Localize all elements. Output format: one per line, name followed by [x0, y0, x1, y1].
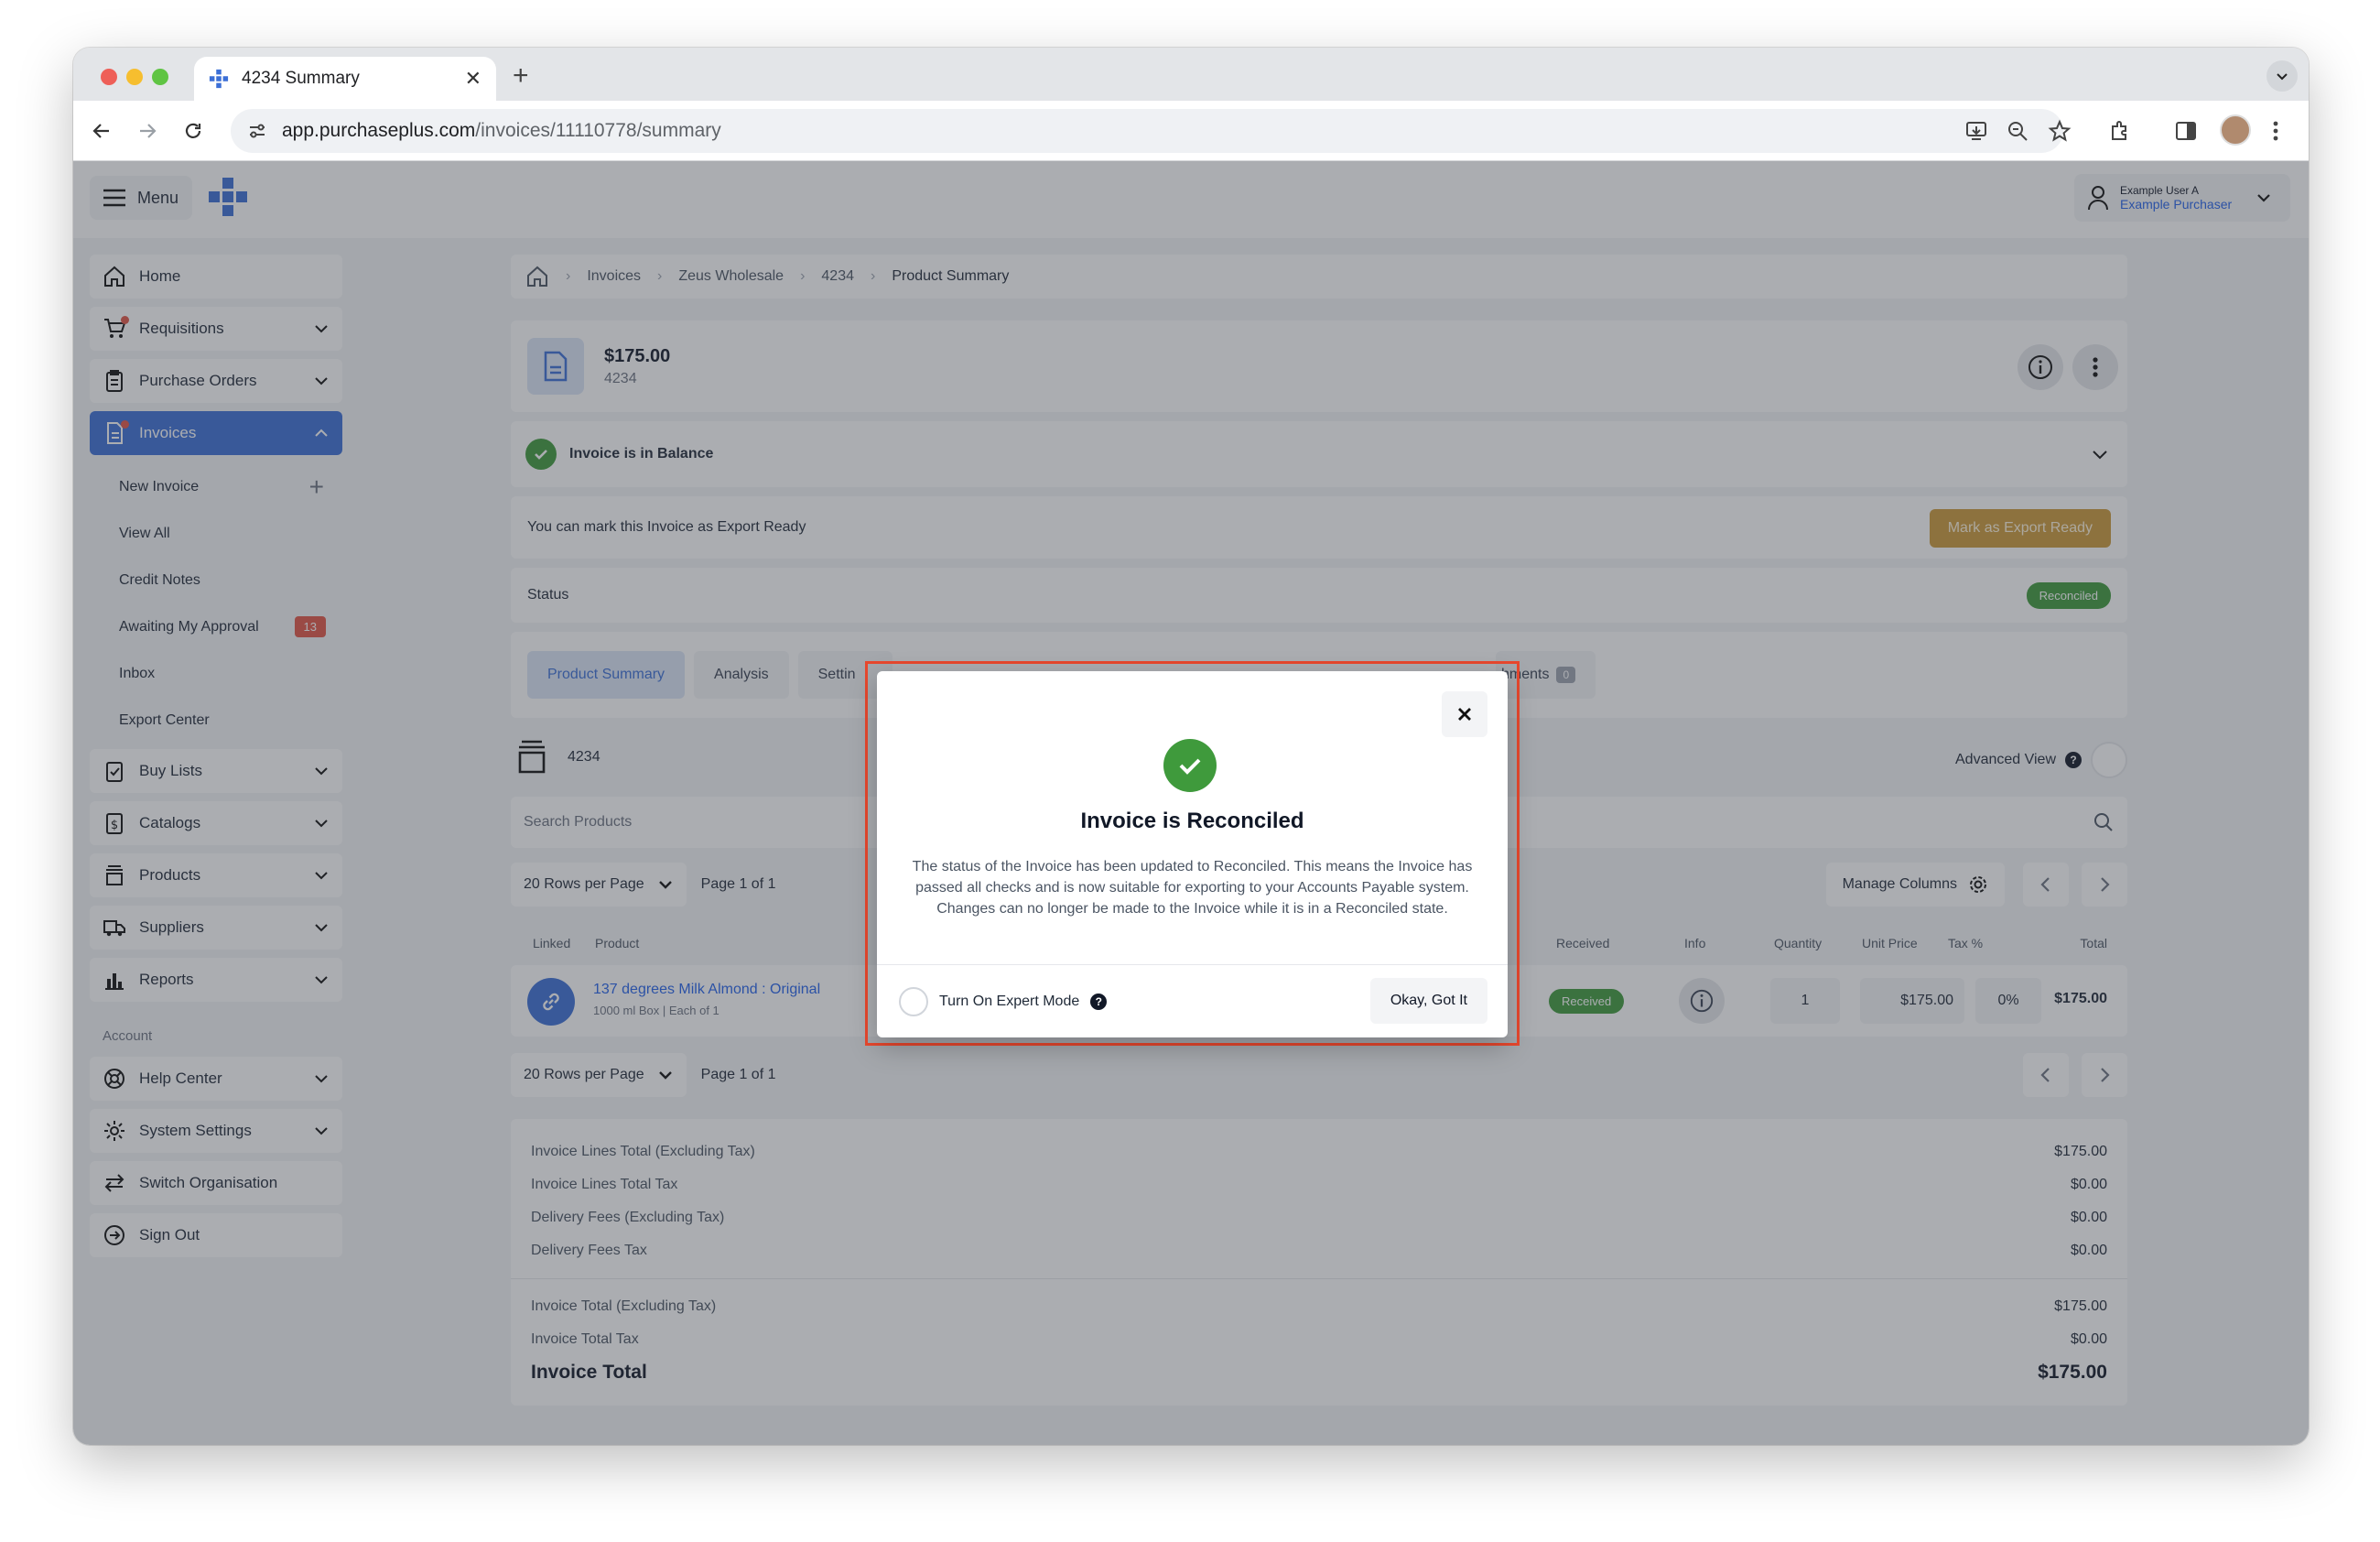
purchaseplus-favicon-icon [209, 69, 229, 89]
dialog-body: The status of the Invoice has been updat… [912, 859, 1473, 917]
check-circle-icon [1163, 739, 1217, 792]
dialog-footer: Turn On Expert Mode ? Okay, Got It [877, 964, 1508, 1037]
address-bar[interactable]: app.purchaseplus.com/invoices/11110778/s… [231, 109, 2063, 153]
browser-menu-icon[interactable] [2261, 116, 2290, 146]
tab-search-button[interactable] [2266, 60, 2298, 92]
back-button[interactable] [86, 115, 117, 147]
profile-avatar[interactable] [2220, 114, 2251, 146]
browser-window: 4234 Summary ✕ + app.purchaseplus.com/in… [73, 48, 2309, 1445]
browser-toolbar: app.purchaseplus.com/invoices/11110778/s… [73, 101, 2309, 161]
forward-button[interactable] [132, 115, 163, 147]
new-tab-button[interactable]: + [513, 60, 529, 92]
url-text: app.purchaseplus.com/invoices/11110778/s… [282, 120, 721, 141]
browser-tab[interactable]: 4234 Summary ✕ [194, 57, 496, 101]
arrow-left-icon [92, 124, 109, 138]
minimize-window-button[interactable] [126, 69, 143, 85]
install-app-icon[interactable] [1962, 116, 1991, 146]
tab-title: 4234 Summary [242, 69, 360, 88]
site-settings-icon[interactable] [247, 121, 267, 141]
arrow-right-icon [140, 124, 157, 138]
extensions-puzzle-icon[interactable] [2105, 116, 2135, 146]
expert-mode-toggle[interactable] [899, 986, 928, 1016]
expert-mode-label: Turn On Expert Mode [939, 993, 1080, 1009]
close-tab-icon[interactable]: ✕ [465, 67, 481, 91]
okay-got-it-button[interactable]: Okay, Got It [1369, 978, 1488, 1024]
close-dialog-button[interactable] [1442, 691, 1488, 737]
close-icon [1458, 708, 1471, 721]
zoom-icon[interactable] [2003, 116, 2032, 146]
bookmark-star-icon[interactable] [2045, 116, 2074, 146]
reconciled-dialog: Invoice is Reconciled The status of the … [877, 671, 1508, 1037]
reload-button[interactable] [178, 115, 209, 147]
chevron-down-icon [2277, 73, 2288, 81]
close-window-button[interactable] [101, 69, 117, 85]
app-viewport: Menu Example User A Example Purchaser Ho… [73, 161, 2309, 1445]
browser-tabstrip: 4234 Summary ✕ + [73, 48, 2309, 101]
side-panel-icon[interactable] [2171, 116, 2201, 146]
help-icon[interactable]: ? [1090, 993, 1108, 1010]
dialog-title: Invoice is Reconciled [1080, 809, 1304, 833]
zoom-window-button[interactable] [152, 69, 168, 85]
reload-icon [185, 123, 201, 138]
